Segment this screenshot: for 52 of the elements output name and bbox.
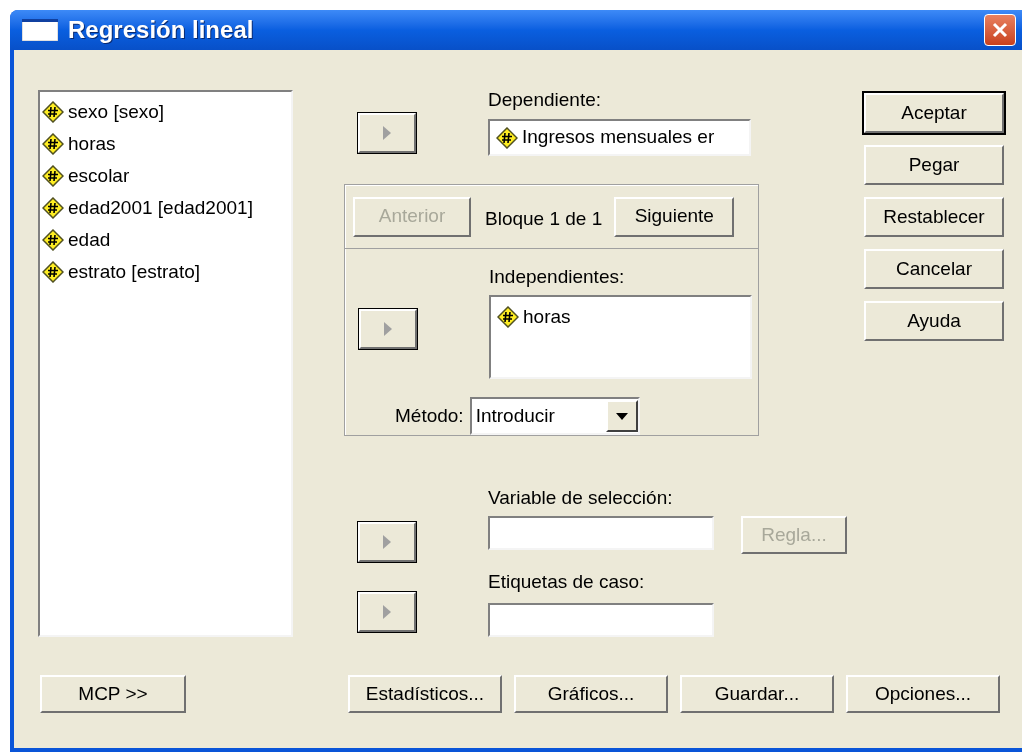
dialog-button[interactable]: Cancelar [864,249,1004,289]
numeric-variable-icon [42,261,64,283]
mcp-button[interactable]: MCP >> [40,675,186,713]
right-arrow-icon [383,126,391,140]
move-arrow-button[interactable] [359,309,417,349]
variable-list[interactable]: sexo [sexo] horas escolar edad2001 [edad2001] edad estrato [estrato] [38,90,293,637]
move-arrow-button[interactable] [358,522,416,562]
dialog-button[interactable]: Restablecer [864,197,1004,237]
dialog-button[interactable]: Opciones... [846,675,1000,713]
case-labels-field[interactable] [488,603,714,637]
numeric-variable-icon [42,133,64,155]
window-icon [22,19,58,41]
variable-item[interactable]: sexo [sexo] [68,97,165,127]
dialog-button[interactable]: Gráficos... [514,675,668,713]
case-labels-label: Etiquetas de caso: [488,570,646,594]
dialog-button[interactable]: Pegar [864,145,1004,185]
variable-item[interactable]: edad2001 [edad2001] [68,193,253,223]
numeric-variable-icon [42,229,64,251]
variable-item[interactable]: escolar [68,161,130,191]
dependent-field[interactable]: Ingresos mensuales er [488,119,751,156]
independents-list[interactable]: horas [489,295,752,379]
method-label: Método: [395,403,464,428]
move-arrow-button[interactable] [358,592,416,632]
numeric-variable-icon [496,126,518,149]
next-button[interactable]: Siguiente [614,196,735,237]
selection-variable-label: Variable de selección: [488,486,674,510]
dialog-button[interactable]: Ayuda [864,301,1004,341]
dependent-label: Dependiente: [488,88,603,112]
close-button[interactable] [984,14,1016,46]
numeric-variable-icon [42,197,64,219]
independents-label: Independientes: [489,265,626,289]
selection-variable-field[interactable] [488,516,714,550]
close-icon [991,21,1009,39]
dialog-button[interactable]: Estadísticos... [348,675,502,713]
move-arrow-button[interactable] [358,113,416,153]
right-arrow-icon [383,535,391,549]
method-dropdown[interactable]: Introducir [469,397,640,435]
block-counter: Bloque 1 de 1 [485,207,603,232]
numeric-variable-icon [497,306,519,328]
dropdown-arrow-button[interactable] [605,400,638,432]
variable-item[interactable]: edad [68,225,111,255]
dialog-button[interactable]: Guardar... [680,675,834,713]
numeric-variable-icon [42,101,64,123]
numeric-variable-icon [42,165,64,187]
dialog-button[interactable]: Aceptar [864,93,1004,133]
variable-item[interactable]: estrato [estrato] [68,257,200,287]
variable-item[interactable]: horas [68,129,116,159]
right-arrow-icon [384,322,392,336]
window-title: Regresión lineal [68,15,254,45]
caret-icon [615,412,628,420]
independent-item[interactable]: horas [523,302,571,332]
right-arrow-icon [383,605,391,619]
